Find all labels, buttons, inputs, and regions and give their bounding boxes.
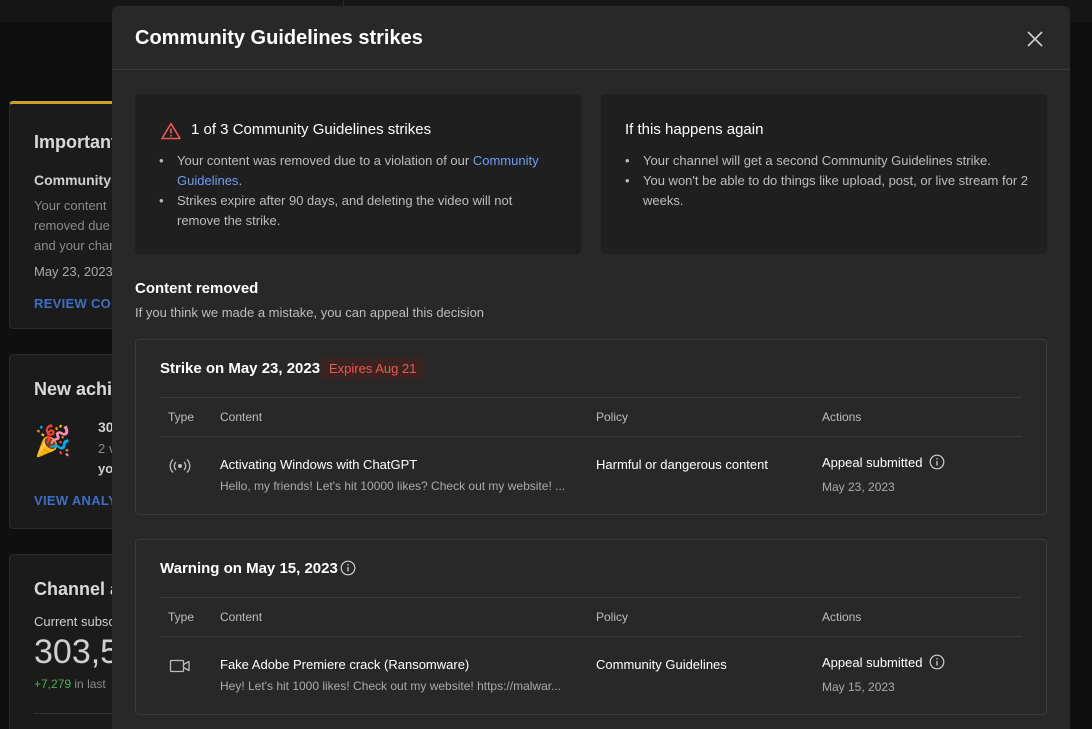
strike-card: Strike on May 23, 2023 Expires Aug 21 Ty… <box>135 339 1047 515</box>
subscriber-delta-suffix: in last <box>74 677 106 691</box>
strike-appeal-status: Appeal submitted <box>822 455 923 470</box>
strike-policy: Harmful or dangerous content <box>596 457 768 472</box>
warning-table-header: Type Content Policy Actions <box>160 597 1022 637</box>
strikes-dialog: Community Guidelines strikes 1 of 3 Comm… <box>112 6 1070 729</box>
important-card-date: May 23, 2023 <box>34 264 113 279</box>
important-card-title: Important <box>34 132 117 152</box>
warning-policy: Community Guidelines <box>596 657 727 672</box>
warning-content-title[interactable]: Fake Adobe Premiere crack (Ransomware) <box>220 657 469 672</box>
party-popper-icon: 🎉 <box>34 425 72 458</box>
column-type: Type <box>168 410 195 424</box>
strike-table-header: Type Content Policy Actions <box>160 397 1022 437</box>
strike-info-item-text: Your content was removed due to a violat… <box>177 153 473 168</box>
analytics-card-title: Channel a <box>34 579 119 599</box>
achievement-card: New achie 🎉 30 2 v yo VIEW ANALY <box>9 354 119 529</box>
consequences-item: Your channel will get a second Community… <box>625 151 1030 171</box>
video-icon <box>169 657 191 675</box>
important-card-text-3: and your char <box>34 238 114 253</box>
warning-appeal-date: May 15, 2023 <box>822 680 895 694</box>
info-icon[interactable] <box>929 454 945 470</box>
consequences-heading: If this happens again <box>625 121 764 138</box>
important-card-text-1: Your content <box>34 198 107 213</box>
column-actions: Actions <box>822 610 862 624</box>
warning-card: Warning on May 15, 2023 Type Content Pol… <box>135 539 1047 715</box>
info-icon[interactable] <box>340 560 356 576</box>
strike-count-panel: 1 of 3 Community Guidelines strikes Your… <box>135 94 581 254</box>
subscriber-count: 303,5 <box>34 633 119 671</box>
column-content: Content <box>220 610 263 624</box>
strike-content-title[interactable]: Activating Windows with ChatGPT <box>220 457 417 472</box>
analytics-card: Channel a Current subsc 303,5 +7,279 in … <box>9 554 119 729</box>
column-policy: Policy <box>596 610 629 624</box>
current-subscribers-label: Current subsc <box>34 614 115 629</box>
consequences-panel: If this happens again Your channel will … <box>601 94 1047 254</box>
review-content-link[interactable]: REVIEW CON <box>34 296 118 311</box>
analytics-divider <box>34 713 118 714</box>
view-analytics-link[interactable]: VIEW ANALY <box>34 493 117 508</box>
column-policy: Policy <box>596 410 629 424</box>
strike-count-heading: 1 of 3 Community Guidelines strikes <box>191 121 432 138</box>
warning-content-description: Hey! Let's hit 1000 likes! Check out my … <box>220 679 562 693</box>
warning-appeal-status: Appeal submitted <box>822 655 923 670</box>
close-icon[interactable] <box>1024 28 1046 50</box>
column-actions: Actions <box>822 410 862 424</box>
warning-triangle-icon <box>161 122 181 140</box>
strike-info-list: Your content was removed due to a violat… <box>159 151 559 231</box>
column-content: Content <box>220 410 263 424</box>
consequences-list: Your channel will get a second Community… <box>625 151 1030 211</box>
column-type: Type <box>168 610 195 624</box>
important-card-subtitle: Community <box>34 172 111 188</box>
strike-info-item-end: . <box>238 173 243 188</box>
strike-info-item: Your content was removed due to a violat… <box>159 151 559 191</box>
dialog-title: Community Guidelines strikes <box>135 27 423 49</box>
content-removed-title: Content removed <box>135 280 259 297</box>
dialog-header: Community Guidelines strikes <box>112 6 1070 70</box>
strike-appeal-date: May 23, 2023 <box>822 480 895 494</box>
strike-content-description: Hello, my friends! Let's hit 10000 likes… <box>220 479 566 493</box>
content-removed-subtitle: If you think we made a mistake, you can … <box>135 305 485 320</box>
important-card-text-2: removed due <box>34 218 110 233</box>
info-icon[interactable] <box>929 654 945 670</box>
consequences-item: You won't be able to do things like uplo… <box>625 171 1030 211</box>
achievement-card-title: New achie <box>34 379 119 399</box>
strike-info-item: Strikes expire after 90 days, and deleti… <box>159 191 559 231</box>
achievement-card-line3: yo <box>98 461 114 476</box>
strike-card-title: Strike on May 23, 2023 <box>160 360 321 377</box>
subscriber-delta-value: +7,279 <box>34 677 72 691</box>
expires-badge: Expires Aug 21 <box>321 357 425 380</box>
subscriber-delta: +7,279 in last <box>34 677 106 691</box>
live-stream-icon <box>169 457 191 475</box>
important-card: Important Community Your content removed… <box>9 101 119 329</box>
warning-card-title: Warning on May 15, 2023 <box>160 560 338 577</box>
